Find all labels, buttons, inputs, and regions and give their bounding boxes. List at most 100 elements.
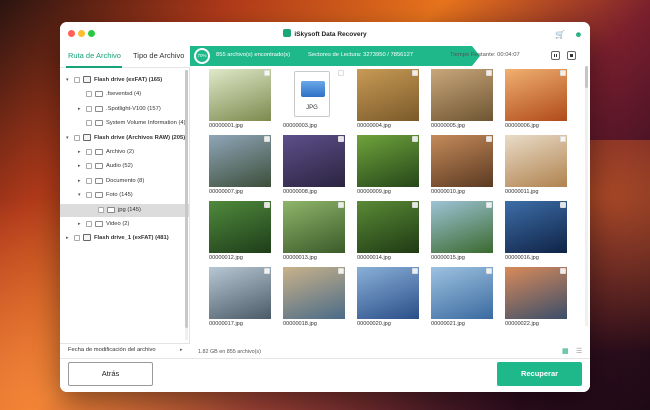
file-checkbox[interactable] xyxy=(412,136,418,142)
file-checkbox[interactable] xyxy=(412,202,418,208)
tree-checkbox[interactable] xyxy=(86,91,92,98)
tree-item-label: .fseventsd (4) xyxy=(106,91,142,98)
file-checkbox[interactable] xyxy=(560,136,566,142)
action-bar: Atrás Recuperar xyxy=(60,358,590,392)
file-checkbox[interactable] xyxy=(486,268,492,274)
tree-checkbox[interactable] xyxy=(86,120,92,127)
file-thumbnail[interactable]: 00000004.jpg xyxy=(357,69,419,134)
file-name: 00000004.jpg xyxy=(357,123,391,129)
chevron-right-icon[interactable]: ▸ xyxy=(78,163,81,169)
file-thumbnail[interactable]: 00000018.jpg xyxy=(283,267,345,328)
tree-checkbox[interactable] xyxy=(86,192,92,199)
tab-file-type[interactable]: Tipo de Archivo xyxy=(133,51,184,60)
recover-button[interactable]: Recuperar xyxy=(497,362,582,386)
file-thumbnail[interactable]: JPG 00000003.jpg xyxy=(283,69,345,134)
chevron-down-icon[interactable]: ▾ xyxy=(66,135,69,141)
tree-checkbox[interactable] xyxy=(86,149,92,155)
file-checkbox[interactable] xyxy=(264,268,270,274)
grid-scrollbar[interactable] xyxy=(585,66,588,326)
file-thumbnail[interactable]: 00000022.jpg xyxy=(505,267,567,328)
tab-file-path[interactable]: Ruta de Archivo xyxy=(68,51,121,60)
file-thumbnail[interactable]: 00000020.jpg xyxy=(357,267,419,328)
back-button[interactable]: Atrás xyxy=(68,362,153,386)
cart-icon[interactable]: 🛒 xyxy=(555,30,565,39)
file-thumbnail[interactable]: 00000007.jpg xyxy=(209,135,271,200)
file-checkbox[interactable] xyxy=(338,136,344,142)
tree-checkbox[interactable] xyxy=(74,77,80,83)
file-checkbox[interactable] xyxy=(560,202,566,208)
tree-item[interactable]: jpg (145) xyxy=(60,203,189,217)
file-thumbnail[interactable]: 00000001.jpg xyxy=(209,69,271,134)
chevron-right-icon[interactable]: ▸ xyxy=(78,106,81,112)
file-preview xyxy=(209,201,271,253)
folder-tree: ▾ Flash drive (exFAT) (165) .fseventsd (4)… xyxy=(60,68,190,343)
file-thumbnail[interactable]: 00000006.jpg xyxy=(505,69,567,134)
file-checkbox[interactable] xyxy=(264,136,270,142)
tree-item[interactable]: ▸ Video (2) xyxy=(60,218,189,231)
file-preview xyxy=(431,267,493,319)
file-thumbnail[interactable]: 00000021.jpg xyxy=(431,267,493,328)
file-thumbnail[interactable]: 00000014.jpg xyxy=(357,201,419,266)
stop-icon[interactable] xyxy=(567,51,576,60)
chevron-down-icon[interactable]: ▾ xyxy=(66,77,69,83)
chevron-right-icon[interactable]: ▸ xyxy=(78,149,81,155)
file-thumbnail[interactable]: 00000013.jpg xyxy=(283,201,345,266)
file-thumbnail[interactable]: 00000005.jpg xyxy=(431,69,493,134)
file-checkbox[interactable] xyxy=(486,136,492,142)
user-icon[interactable]: ☻ xyxy=(574,30,583,39)
file-checkbox[interactable] xyxy=(560,268,566,274)
sidebar-scrollbar[interactable] xyxy=(185,70,188,340)
file-checkbox[interactable] xyxy=(338,70,344,76)
file-thumbnail[interactable]: 00000017.jpg xyxy=(209,267,271,328)
chevron-right-icon[interactable]: ▸ xyxy=(78,221,81,227)
tree-item[interactable]: ▸ Audio (52) xyxy=(60,160,189,173)
file-checkbox[interactable] xyxy=(412,268,418,274)
file-preview xyxy=(283,267,345,319)
folder-icon xyxy=(95,177,103,184)
file-thumbnail[interactable]: 00000009.jpg xyxy=(357,135,419,200)
file-thumbnail[interactable]: 00000011.jpg xyxy=(505,135,567,200)
tree-checkbox[interactable] xyxy=(74,235,80,242)
tree-checkbox[interactable] xyxy=(74,134,80,141)
tree-item[interactable]: ▸ Flash drive_1 (exFAT) (481) xyxy=(60,232,189,245)
file-thumbnail[interactable]: 00000012.jpg xyxy=(209,201,271,266)
file-checkbox[interactable] xyxy=(560,70,566,76)
file-thumbnail[interactable]: 00000015.jpg xyxy=(431,201,493,266)
chevron-right-icon[interactable]: ▸ xyxy=(78,178,81,184)
scrollbar-thumb[interactable] xyxy=(185,70,188,328)
file-preview xyxy=(357,135,419,187)
tree-item[interactable]: ▾ Flash drive (exFAT) (165) xyxy=(60,74,189,87)
scrollbar-thumb[interactable] xyxy=(585,66,588,88)
file-checkbox[interactable] xyxy=(338,202,344,208)
file-checkbox[interactable] xyxy=(338,268,344,274)
tree-checkbox[interactable] xyxy=(86,177,92,184)
file-checkbox[interactable] xyxy=(486,202,492,208)
chevron-down-icon[interactable]: ▾ xyxy=(78,192,81,198)
tree-checkbox[interactable] xyxy=(86,221,92,227)
date-filter[interactable]: Fecha de modificación del archivo ▸ xyxy=(60,343,190,357)
file-checkbox[interactable] xyxy=(412,70,418,76)
file-thumbnail[interactable]: 00000008.jpg xyxy=(283,135,345,200)
pause-icon[interactable] xyxy=(551,51,560,60)
tree-item[interactable]: ▸ Archivo (2) xyxy=(60,146,189,159)
file-name: 00000008.jpg xyxy=(283,189,317,195)
file-checkbox[interactable] xyxy=(264,202,270,208)
file-thumbnail[interactable]: 00000010.jpg xyxy=(431,135,493,200)
tree-checkbox[interactable] xyxy=(86,163,92,170)
chevron-right-icon[interactable]: ▸ xyxy=(66,235,69,241)
tree-checkbox[interactable] xyxy=(98,206,104,213)
tree-item[interactable]: ▸ Documento (8) xyxy=(60,175,189,188)
file-thumbnail[interactable]: 00000016.jpg xyxy=(505,201,567,266)
file-checkbox[interactable] xyxy=(486,70,492,76)
folder-icon xyxy=(95,192,103,199)
tree-item[interactable]: ▸ .Spotlight-V100 (157) xyxy=(60,103,189,116)
folder-icon xyxy=(107,206,115,213)
tree-checkbox[interactable] xyxy=(86,105,92,112)
tree-item[interactable]: System Volume Information (4) xyxy=(60,117,189,130)
tree-item[interactable]: ▾ Foto (145) xyxy=(60,189,189,202)
file-checkbox[interactable] xyxy=(264,70,270,76)
grid-view-icon[interactable]: ▦ xyxy=(562,348,570,356)
tree-item[interactable]: ▾ Flash drive (Archivos RAW) (205) xyxy=(60,132,189,145)
list-view-icon[interactable]: ☰ xyxy=(576,348,584,356)
tree-item[interactable]: .fseventsd (4) xyxy=(60,88,189,101)
